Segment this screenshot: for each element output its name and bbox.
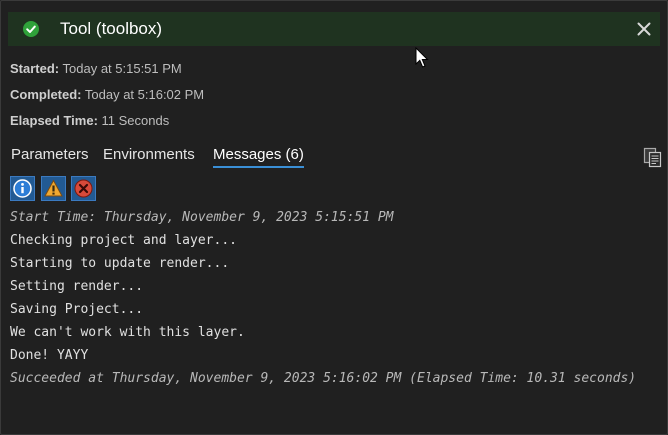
filter-error-button[interactable] [71,176,96,201]
started-label: Started: [10,61,60,76]
message-line: Checking project and layer... [10,233,237,248]
started-row: Started: Today at 5:15:51 PM [10,61,182,76]
check-circle-icon [23,21,39,37]
elapsed-label: Elapsed Time: [10,113,98,128]
tool-title: Tool (toolbox) [60,19,163,38]
elapsed-row: Elapsed Time: 11 Seconds [10,113,169,128]
filter-info-button[interactable] [10,176,35,201]
completed-label: Completed: [10,87,82,102]
started-value: Today at 5:15:51 PM [62,61,182,76]
message-line: Setting render... [10,279,144,294]
message-line: Starting to update render... [10,256,230,271]
tab-environments[interactable]: Environments [103,146,195,166]
messages-list: Start Time: Thursday, November 9, 2023 5… [10,209,650,387]
close-icon[interactable] [635,20,653,38]
completed-row: Completed: Today at 5:16:02 PM [10,87,204,102]
message-line: Start Time: Thursday, November 9, 2023 5… [10,210,394,225]
filter-warning-button[interactable] [41,176,66,201]
tab-parameters[interactable]: Parameters [11,146,89,166]
copy-icon[interactable] [643,147,662,168]
mouse-pointer-icon [415,46,429,69]
elapsed-value: 11 Seconds [101,113,170,128]
message-line: Succeeded at Thursday, November 9, 2023 … [10,371,637,386]
message-line: Saving Project... [10,302,144,317]
message-line: We can't work with this layer. [10,325,245,340]
tool-details-panel: Tool (toolbox) Started: Today at 5:15:51… [0,0,668,435]
tab-messages[interactable]: Messages (6) [213,146,304,168]
status-header: Tool (toolbox) [8,12,660,46]
completed-value: Today at 5:16:02 PM [84,87,205,102]
message-line: Done! YAYY [10,348,89,363]
